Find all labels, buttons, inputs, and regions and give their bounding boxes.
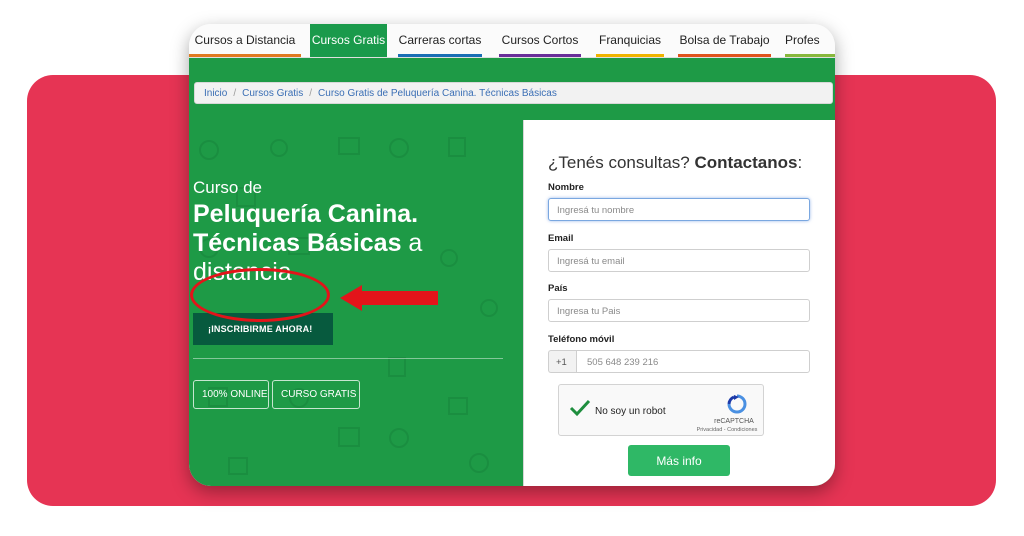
nav-item-label: Cursos Gratis: [311, 33, 386, 47]
annotation-highlight-ellipse: [190, 268, 330, 322]
phone-field[interactable]: 505 648 239 216: [576, 350, 810, 373]
nav-item-label: Cursos a Distancia: [194, 33, 296, 47]
hero-prefix: Curso de: [193, 178, 262, 197]
breadcrumb: Inicio / Cursos Gratis / Curso Gratis de Pel…: [194, 82, 833, 104]
nav-item-cursos-a-distancia[interactable]: Cursos a Distancia: [189, 24, 301, 57]
breadcrumb-separator: /: [309, 88, 313, 99]
nav-item-color-bar: [499, 54, 581, 57]
breadcrumb-current-page[interactable]: Curso Gratis de Peluquería Canina. Técni…: [318, 88, 557, 99]
checkmark-icon[interactable]: [569, 399, 591, 417]
nav-item-franquicias[interactable]: Franquicias: [596, 24, 664, 57]
nav-item-color-bar: [398, 54, 482, 57]
country-field[interactable]: Ingresa tu Pais: [548, 299, 810, 322]
nav-item-label: Franquicias: [598, 33, 662, 47]
breadcrumb-link-cursos-gratis[interactable]: Cursos Gratis: [242, 88, 303, 99]
form-title-colon: :: [797, 153, 803, 172]
nav-item-label: Bolsa de Trabajo: [679, 33, 770, 47]
nav-item-color-bar: [189, 54, 301, 57]
email-field[interactable]: Ingresá tu email: [548, 249, 810, 272]
screenshot-canvas: Cursos a Distancia Cursos Gratis Carrera…: [0, 0, 1024, 536]
annotation-arrow-icon: [358, 291, 438, 305]
form-title-bold: Contactanos: [694, 153, 798, 172]
nav-item-color-bar: [310, 54, 387, 57]
browser-window: Cursos a Distancia Cursos Gratis Carrera…: [189, 24, 835, 486]
breadcrumb-link-inicio[interactable]: Inicio: [204, 88, 227, 99]
form-title: ¿Tenés consultas? Contactanos:: [548, 153, 802, 173]
tag-free-course: CURSO GRATIS: [272, 380, 360, 409]
phone-country-code[interactable]: +1: [548, 350, 576, 373]
page-title-bold: Peluquería Canina. Técnicas Básicas: [193, 200, 419, 257]
nav-item-label: Cursos Cortos: [501, 33, 579, 47]
phone-label: Teléfono móvil: [548, 334, 615, 345]
annotation-arrowhead-icon: [340, 285, 362, 311]
nav-item-bolsa-de-trabajo[interactable]: Bolsa de Trabajo: [678, 24, 771, 57]
recaptcha-logo-icon: [727, 394, 747, 414]
nav-item-cursos-cortos[interactable]: Cursos Cortos: [499, 24, 581, 57]
breadcrumb-separator: /: [233, 88, 237, 99]
nav-item-profes[interactable]: Profes: [785, 24, 835, 57]
form-title-light: ¿Tenés consultas?: [548, 153, 690, 172]
nav-item-color-bar: [678, 54, 771, 57]
recaptcha-widget[interactable]: No soy un robot reCAPTCHA Privacidad - C…: [558, 384, 764, 436]
nav-item-color-bar: [785, 54, 835, 57]
recaptcha-label: No soy un robot: [595, 406, 666, 417]
country-label: País: [548, 283, 568, 294]
nav-item-carreras-cortas[interactable]: Carreras cortas: [398, 24, 482, 57]
name-field[interactable]: Ingresá tu nombre: [548, 198, 810, 221]
email-label: Email: [548, 233, 574, 244]
recaptcha-links[interactable]: Privacidad - Condiciones: [689, 427, 765, 433]
nav-item-cursos-gratis[interactable]: Cursos Gratis: [310, 24, 387, 57]
name-label: Nombre: [548, 182, 584, 193]
hero-divider: [193, 358, 503, 359]
top-navigation: Cursos a Distancia Cursos Gratis Carrera…: [189, 24, 835, 58]
recaptcha-brand: reCAPTCHA: [714, 418, 754, 425]
tag-online: 100% ONLINE: [193, 380, 269, 409]
contact-form: ¿Tenés consultas? Contactanos: Nombre In…: [523, 120, 835, 486]
nav-item-label: Profes: [785, 33, 820, 47]
more-info-button[interactable]: Más info: [628, 445, 730, 476]
nav-item-label: Carreras cortas: [398, 33, 482, 47]
nav-item-color-bar: [596, 54, 664, 57]
